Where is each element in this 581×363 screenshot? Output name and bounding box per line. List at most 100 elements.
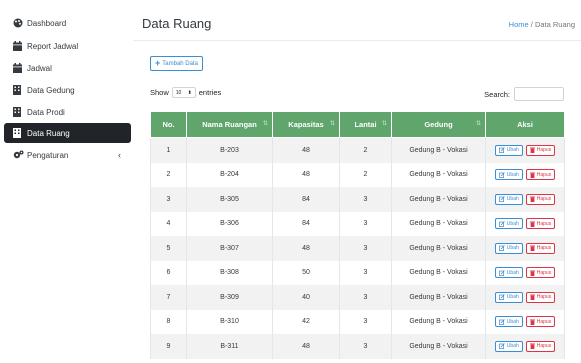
delete-button[interactable]: Hapus <box>525 218 556 230</box>
trash-icon <box>529 319 535 325</box>
trash-icon <box>529 147 535 154</box>
sidebar-item-dashboard[interactable]: Dashboard <box>4 13 131 33</box>
edit-button[interactable]: Ubah <box>494 144 523 156</box>
trash-icon <box>529 294 535 301</box>
edit-label: Ubah <box>506 318 519 325</box>
column-header-aksi: Aksi <box>485 111 565 138</box>
edit-button[interactable]: Ubah <box>494 316 523 328</box>
delete-button[interactable]: Hapus <box>525 340 556 352</box>
cell-gedung: Gedung B - Vokasi <box>391 334 486 359</box>
show-label: Show <box>150 88 169 97</box>
page-title: Data Ruang <box>142 16 212 31</box>
cell-nama-ruangan: B-203 <box>186 137 273 163</box>
sidebar-item-label: Data Gedung <box>27 85 75 95</box>
delete-button[interactable]: Hapus <box>525 169 556 181</box>
delete-label: Hapus <box>536 318 552 325</box>
breadcrumb-home-link[interactable]: Home <box>509 20 529 29</box>
rooms-table: No. Nama Ruangan ⇅ Kapasitas ⇅ Lantai ⇅ Ged… <box>150 111 565 359</box>
edit-button[interactable]: Ubah <box>494 291 523 303</box>
column-header-lantai[interactable]: Lantai ⇅ <box>339 111 392 138</box>
entries-select[interactable]: 10 ⬍ <box>171 87 196 98</box>
cell-aksi: Ubah Hapus <box>485 187 565 212</box>
edit-icon <box>498 245 505 252</box>
delete-button[interactable]: Hapus <box>525 316 556 328</box>
column-header-kapasitas[interactable]: Kapasitas ⇅ <box>272 111 340 138</box>
add-data-button[interactable]: + Tambah Data <box>150 56 203 71</box>
search-control: Search: <box>484 87 564 101</box>
sidebar-item-pengaturan[interactable]: Pengaturan ‹ <box>4 145 131 165</box>
sort-icon: ⇅ <box>381 121 387 127</box>
cell-gedung: Gedung B - Vokasi <box>391 211 486 236</box>
edit-button[interactable]: Ubah <box>494 193 523 205</box>
sort-icon: ⇅ <box>329 121 335 127</box>
entries-length-control: Show 10 ⬍ entries <box>150 87 221 98</box>
table-row: 3 B-305 84 3 Gedung B - Vokasi Ubah Hapus <box>150 187 565 212</box>
edit-label: Ubah <box>506 220 519 227</box>
cell-aksi: Ubah Hapus <box>485 309 565 334</box>
sidebar-item-label: Jadwal <box>27 63 52 73</box>
trash-icon <box>529 245 535 252</box>
edit-label: Ubah <box>506 171 519 178</box>
entries-select-value: 10 <box>175 89 182 96</box>
cell-kapasitas: 48 <box>272 334 340 359</box>
trash-icon <box>529 172 535 178</box>
delete-button[interactable]: Hapus <box>525 193 556 205</box>
sidebar-item-label: Data Prodi <box>27 107 65 117</box>
delete-button[interactable]: Hapus <box>525 242 556 254</box>
edit-button[interactable]: Ubah <box>494 242 523 254</box>
search-input[interactable] <box>514 87 564 101</box>
edit-button[interactable]: Ubah <box>494 218 523 230</box>
trash-icon <box>529 270 535 276</box>
sidebar-item-data-gedung[interactable]: Data Gedung <box>4 80 131 100</box>
cell-aksi: Ubah Hapus <box>485 211 565 236</box>
edit-icon <box>498 294 505 301</box>
edit-button[interactable]: Ubah <box>494 267 523 279</box>
column-header-gedung[interactable]: Gedung ⇅ <box>391 111 486 138</box>
sidebar-item-jadwal[interactable]: Jadwal <box>4 58 131 78</box>
sidebar-item-data-prodi[interactable]: Data Prodi <box>4 102 131 122</box>
delete-label: Hapus <box>536 196 552 203</box>
chevron-left-icon[interactable]: ‹ <box>118 150 121 160</box>
delete-button[interactable]: Hapus <box>525 291 556 303</box>
add-data-label: Tambah Data <box>162 60 198 67</box>
delete-label: Hapus <box>536 343 552 350</box>
delete-label: Hapus <box>536 171 552 178</box>
cell-nama-ruangan: B-310 <box>186 309 273 334</box>
breadcrumb-separator: / <box>530 20 533 29</box>
sidebar: Dashboard Report Jadwal Jadwal Data Gedu… <box>0 0 134 363</box>
delete-label: Hapus <box>536 147 552 154</box>
edit-icon <box>498 343 505 350</box>
cell-lantai: 3 <box>339 236 392 261</box>
delete-button[interactable]: Hapus <box>525 267 556 279</box>
cell-no: 7 <box>150 285 187 310</box>
trash-icon <box>529 343 535 350</box>
cell-lantai: 2 <box>339 137 392 163</box>
cell-nama-ruangan: B-204 <box>186 162 273 187</box>
cell-nama-ruangan: B-309 <box>186 285 273 310</box>
cell-aksi: Ubah Hapus <box>485 285 565 310</box>
cell-no: 4 <box>150 211 187 236</box>
trash-icon <box>529 221 535 227</box>
delete-label: Hapus <box>536 294 552 301</box>
cogs-icon <box>13 150 27 160</box>
edit-label: Ubah <box>506 196 519 203</box>
breadcrumb-current: Data Ruang <box>534 20 575 29</box>
column-header-no[interactable]: No. <box>150 111 187 138</box>
cell-lantai: 3 <box>339 211 392 236</box>
edit-button[interactable]: Ubah <box>494 169 523 181</box>
column-header-nama-ruangan[interactable]: Nama Ruangan ⇅ <box>186 111 273 138</box>
delete-button[interactable]: Hapus <box>525 144 556 156</box>
table-row: 9 B-311 48 3 Gedung B - Vokasi Ubah Hapus <box>150 334 565 359</box>
building-icon <box>13 107 27 117</box>
cell-no: 5 <box>150 236 187 261</box>
cell-nama-ruangan: B-311 <box>186 334 273 359</box>
cell-gedung: Gedung B - Vokasi <box>391 162 486 187</box>
cell-no: 3 <box>150 187 187 212</box>
cell-gedung: Gedung B - Vokasi <box>391 285 486 310</box>
cell-aksi: Ubah Hapus <box>485 137 565 163</box>
main-content: Data Ruang Home / Data Ruang + Tambah Da… <box>133 0 581 363</box>
sidebar-item-data-ruang[interactable]: Data Ruang <box>4 123 131 143</box>
sidebar-item-report-jadwal[interactable]: Report Jadwal <box>4 36 131 56</box>
edit-button[interactable]: Ubah <box>494 340 523 352</box>
cell-kapasitas: 42 <box>272 309 340 334</box>
